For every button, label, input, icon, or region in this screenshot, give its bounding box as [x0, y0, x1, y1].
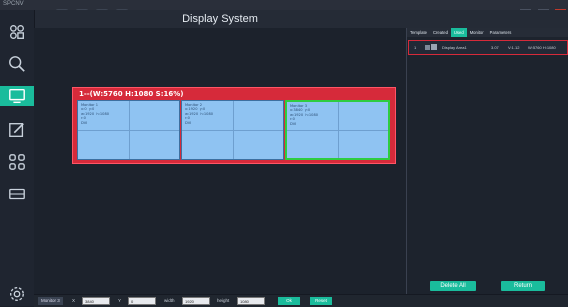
delete-all-button[interactable]: Delete All — [430, 281, 476, 291]
device-icon — [9, 188, 25, 200]
reset-button[interactable]: Reset — [310, 297, 332, 305]
monitor-info: Monitor 1 x:0 y:0 w:1920 h:1080 r:0 DVI — [81, 103, 110, 125]
y-input[interactable] — [128, 297, 156, 305]
row-name: Display Area1 — [442, 45, 467, 50]
monitor-info: Monitor 2 x:1920 y:0 w:1920 h:1080 r:0 D… — [185, 103, 214, 125]
sidebar — [0, 10, 35, 306]
monitor-info: Monitor 3 x:3840 y:0 w:1920 h:1080 r:0 D… — [290, 104, 319, 126]
tab-parameters[interactable]: Parameters — [487, 28, 515, 37]
tab-used[interactable]: Used — [450, 28, 467, 37]
display-area-icon — [425, 44, 437, 50]
row-value-1: 3.07 — [491, 45, 499, 50]
tab-created[interactable]: Created — [430, 28, 451, 37]
x-input[interactable] — [82, 297, 110, 305]
tab-monitor[interactable]: Monitor — [467, 28, 487, 37]
edit-icon — [9, 123, 24, 137]
monitor-2[interactable]: Monitor 2 x:1920 y:0 w:1920 h:1080 r:0 D… — [181, 100, 284, 160]
page-title: Display System — [182, 13, 258, 25]
scaler-icon — [10, 25, 24, 39]
search-icon — [9, 56, 25, 72]
y-label: Y — [118, 298, 122, 303]
list-item[interactable]: 1 Display Area1 3.07 V:1.12 W:5760 H:108… — [408, 40, 568, 55]
grid-icon — [9, 154, 25, 170]
monitor-1[interactable]: Monitor 1 x:0 y:0 w:1920 h:1080 r:0 DVI — [77, 100, 180, 160]
monitor-icon — [9, 88, 25, 104]
sidebar-item-scaler[interactable] — [6, 22, 28, 42]
app-name: SPCNV — [3, 1, 24, 7]
ok-button[interactable]: Ok — [278, 297, 300, 305]
monitor-row: Monitor 1 x:0 y:0 w:1920 h:1080 r:0 DVI … — [77, 100, 391, 160]
sidebar-item-device[interactable] — [6, 184, 28, 204]
height-input[interactable] — [237, 297, 265, 305]
height-label: height — [217, 298, 230, 303]
sidebar-item-display[interactable] — [0, 86, 34, 106]
settings-icon — [10, 287, 24, 301]
row-size: W:5760 H:1080 — [528, 45, 556, 50]
sidebar-item-edit[interactable] — [6, 120, 28, 140]
sidebar-item-search[interactable] — [6, 54, 28, 74]
width-label: width — [164, 298, 175, 303]
sidebar-item-grid[interactable] — [6, 152, 28, 172]
row-value-2: V:1.12 — [508, 45, 520, 50]
screen-label: 1--(W:5760 H:1080 S:16%) — [79, 90, 184, 98]
tab-template[interactable]: Template — [407, 28, 430, 37]
screen-area[interactable]: 1--(W:5760 H:1080 S:16%) Monitor 1 x:0 y… — [72, 87, 396, 164]
x-label: X — [72, 298, 76, 303]
sidebar-item-settings[interactable] — [6, 284, 28, 304]
selected-monitor-label: Monitor 3 — [38, 297, 63, 305]
panel-tabs: Template Created Used Monitor Parameters — [407, 28, 568, 37]
header: Display System — [34, 10, 568, 29]
monitor-3-selected[interactable]: Monitor 3 x:3840 y:0 w:1920 h:1080 r:0 D… — [285, 100, 390, 160]
bottom-toolbar: Monitor 3 X Y width height Ok Reset — [34, 294, 568, 307]
return-button[interactable]: Return — [501, 281, 545, 291]
right-panel: Template Created Used Monitor Parameters… — [407, 28, 568, 294]
window-titlebar: SPCNV – □ × — [0, 0, 568, 17]
width-input[interactable] — [182, 297, 210, 305]
row-index: 1 — [414, 45, 417, 50]
